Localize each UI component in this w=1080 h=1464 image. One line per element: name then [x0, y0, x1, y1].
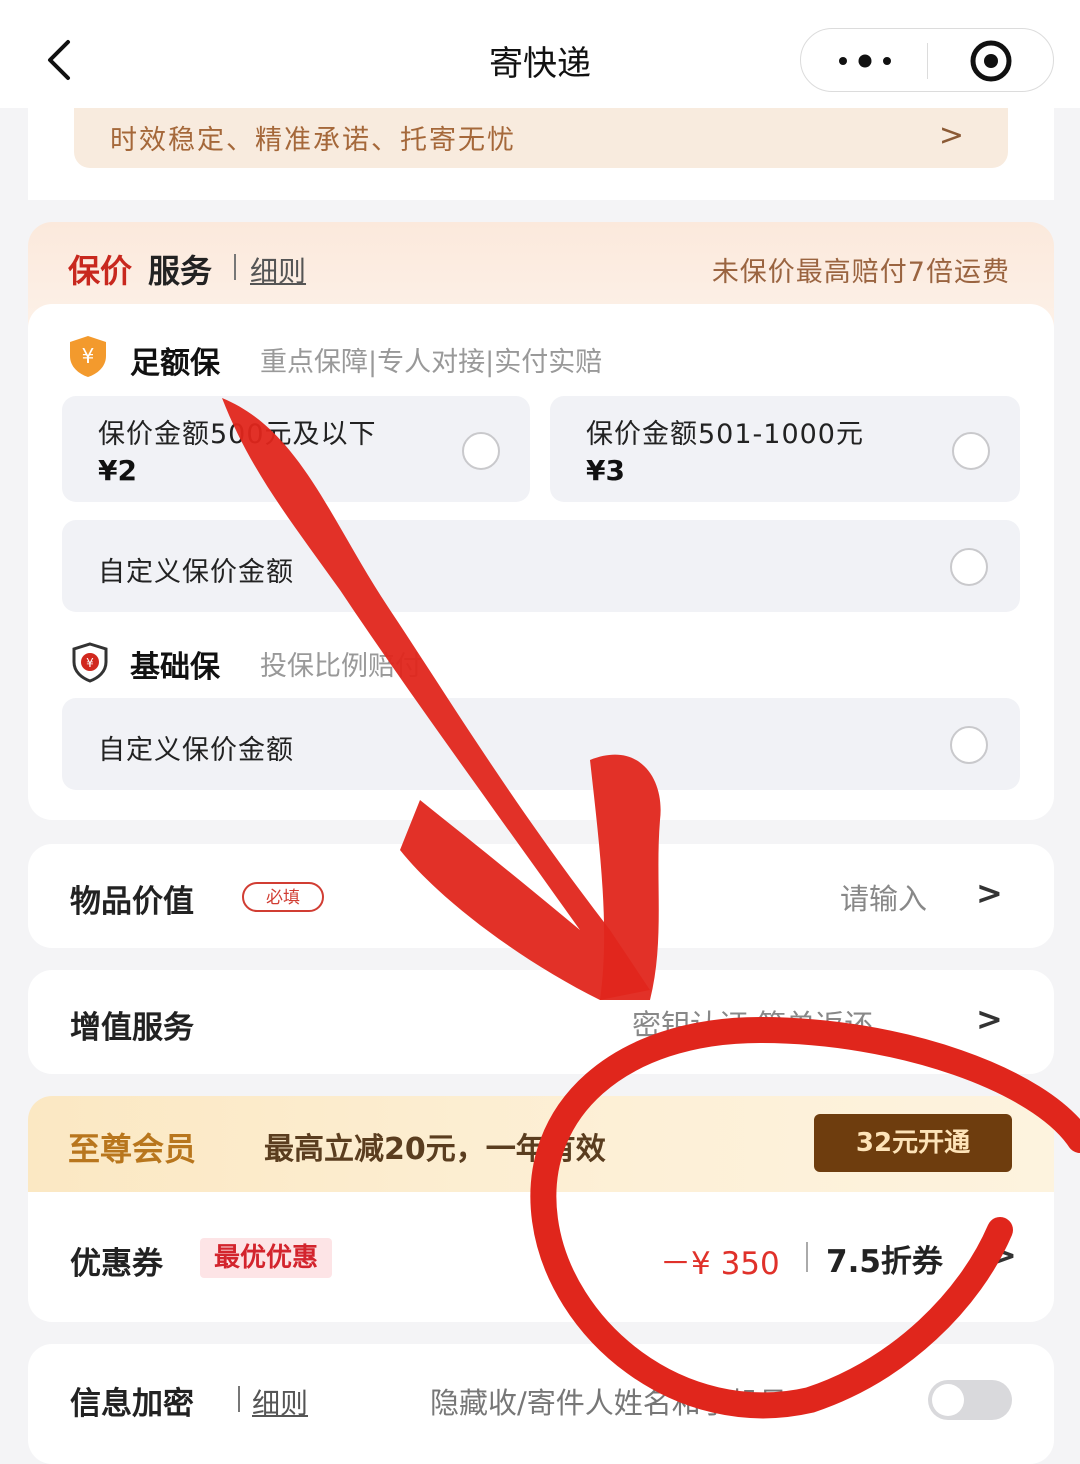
option-price: ¥3	[586, 454, 625, 487]
option-label: 保价金额500元及以下	[98, 419, 377, 450]
navigation-bar: 寄快递	[0, 0, 1080, 108]
radio-button[interactable]	[950, 726, 988, 764]
info-encryption-desc: 隐藏收/寄件人姓名和手机号	[430, 1386, 788, 1420]
coupon-divider	[806, 1242, 808, 1272]
coupon-type: 7.5折券	[826, 1244, 943, 1280]
item-value-input[interactable]: 请输入	[840, 876, 927, 918]
item-value-label: 物品价值	[70, 884, 194, 920]
option-501-1000[interactable]: 保价金额501-1000元 ¥3	[550, 396, 1020, 502]
chevron-right-icon: >	[976, 1000, 1003, 1038]
basic-plan-name: 基础保	[130, 650, 220, 685]
chevron-right-icon: >	[990, 1236, 1017, 1274]
svg-text:¥: ¥	[82, 344, 95, 368]
full-plan-custom-amount[interactable]: 自定义保价金额	[62, 520, 1020, 612]
mini-program-capsule	[800, 28, 1054, 92]
value-added-service-row[interactable]: 增值服务 密钥认证 签单返还 >	[28, 970, 1054, 1074]
coupon-row[interactable]: 优惠券 最优优惠 －¥ 350 7.5折券 >	[28, 1192, 1054, 1322]
info-encryption-row: 信息加密 细则 隐藏收/寄件人姓名和手机号	[28, 1344, 1054, 1464]
member-description: 最高立减20元，一年有效	[264, 1132, 606, 1167]
chevron-right-icon: >	[938, 118, 964, 153]
item-value-row[interactable]: 物品价值 必填 请输入 >	[28, 844, 1054, 948]
target-circle-icon[interactable]	[967, 39, 1015, 83]
insured-rules-link[interactable]: 细则	[250, 250, 306, 290]
insured-title-red: 保价	[68, 252, 133, 290]
insured-options-card: ¥ 足额保 重点保障|专人对接|实付实赔 保价金额500元及以下 ¥2 保价金额…	[28, 304, 1054, 820]
info-encryption-rules-link[interactable]: 细则	[252, 1382, 308, 1422]
basic-plan-desc: 投保比例赔付	[260, 651, 422, 682]
member-activate-button[interactable]: 32元开通	[814, 1114, 1012, 1172]
title-divider	[234, 254, 236, 280]
yuan-shield-outline-icon: ¥	[72, 642, 108, 683]
custom-amount-label: 自定义保价金额	[98, 557, 294, 588]
coupon-amount: －¥ 350	[660, 1246, 780, 1282]
svg-text:¥: ¥	[86, 656, 94, 670]
value-added-label: 增值服务	[70, 1010, 194, 1046]
radio-button[interactable]	[950, 548, 988, 586]
more-dots-icon[interactable]	[837, 49, 893, 73]
insured-title-black: 服务	[148, 252, 213, 290]
required-badge: 必填	[242, 882, 324, 912]
option-price: ¥2	[98, 454, 137, 487]
member-title: 至尊会员	[68, 1130, 197, 1168]
premium-member-banner: 至尊会员 最高立减20元，一年有效 32元开通	[28, 1096, 1054, 1192]
option-500-and-below[interactable]: 保价金额500元及以下 ¥2	[62, 396, 530, 502]
value-added-value: 密钥认证 签单返还	[632, 1008, 874, 1042]
custom-amount-label: 自定义保价金额	[98, 735, 294, 766]
coupon-label: 优惠券	[70, 1246, 163, 1282]
best-offer-tag: 最优优惠	[200, 1238, 333, 1278]
radio-button[interactable]	[952, 432, 990, 470]
basic-plan-custom-amount[interactable]: 自定义保价金额	[62, 698, 1020, 790]
banner-text: 时效稳定、精准承诺、托寄无忧	[110, 125, 516, 156]
capsule-divider	[927, 43, 928, 79]
full-plan-name: 足额保	[130, 346, 220, 381]
title-divider	[238, 1386, 240, 1412]
yuan-shield-icon: ¥	[70, 336, 106, 377]
option-label: 保价金额501-1000元	[586, 419, 864, 450]
encryption-toggle[interactable]	[928, 1380, 1012, 1420]
chevron-right-icon: >	[976, 874, 1003, 912]
info-encryption-label: 信息加密	[70, 1386, 194, 1422]
toggle-knob	[932, 1384, 964, 1416]
service-promise-banner[interactable]: 时效稳定、精准承诺、托寄无忧 >	[74, 108, 1008, 168]
full-plan-desc: 重点保障|专人对接|实付实赔	[260, 347, 603, 378]
uninsured-note: 未保价最高赔付7倍运费	[711, 257, 1010, 288]
radio-button[interactable]	[462, 432, 500, 470]
